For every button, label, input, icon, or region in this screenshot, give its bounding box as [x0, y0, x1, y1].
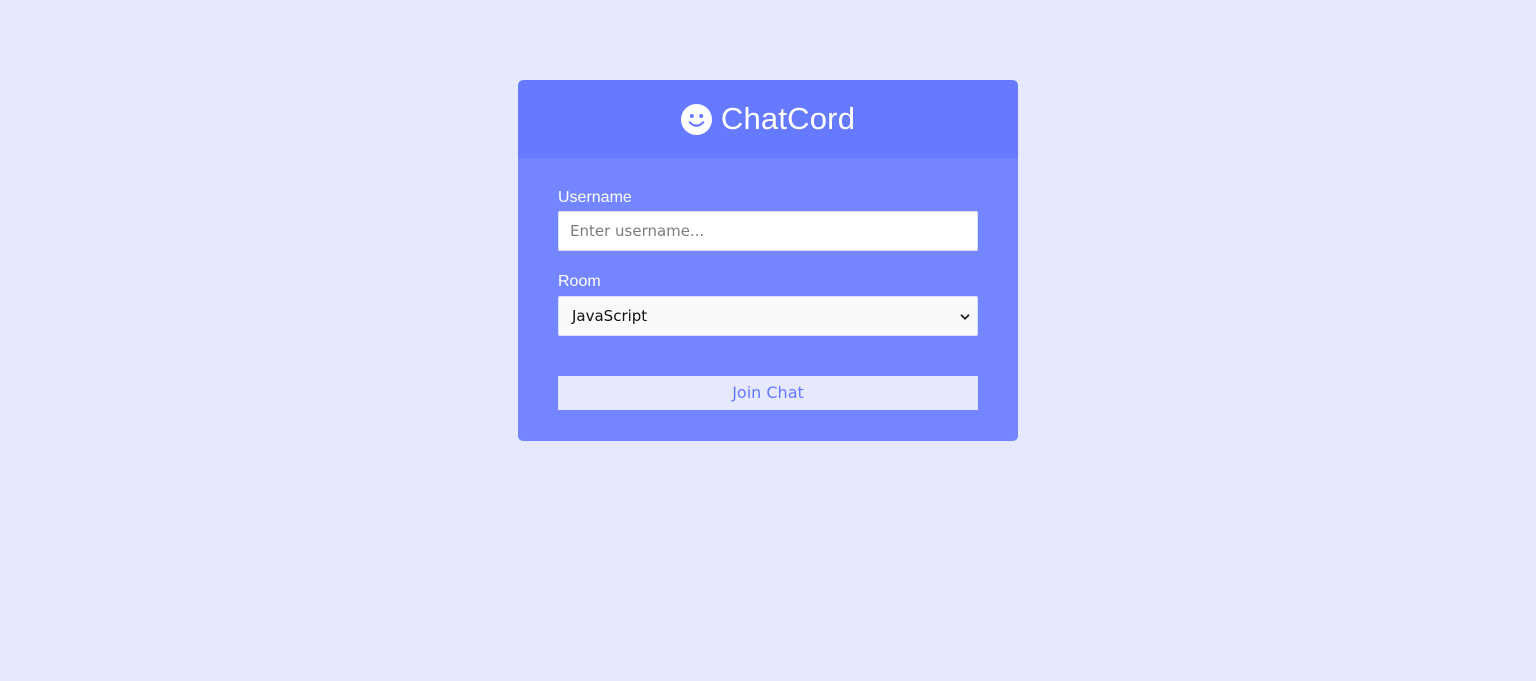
join-form: Username Room JavaScript Join Chat [518, 158, 1018, 441]
join-container: ChatCord Username Room JavaScript Join C… [518, 80, 1018, 441]
smile-icon [680, 103, 712, 135]
join-header: ChatCord [518, 80, 1018, 158]
room-select[interactable]: JavaScript [558, 296, 978, 336]
username-input[interactable] [558, 211, 978, 251]
chevron-down-icon [959, 310, 971, 322]
join-chat-button[interactable]: Join Chat [558, 376, 978, 410]
room-control: Room JavaScript [558, 272, 978, 336]
username-label: Username [558, 189, 632, 206]
app-title: ChatCord [720, 101, 856, 136]
username-control: Username [558, 188, 978, 251]
room-label: Room [558, 273, 601, 290]
room-selected-value: JavaScript [572, 307, 648, 325]
